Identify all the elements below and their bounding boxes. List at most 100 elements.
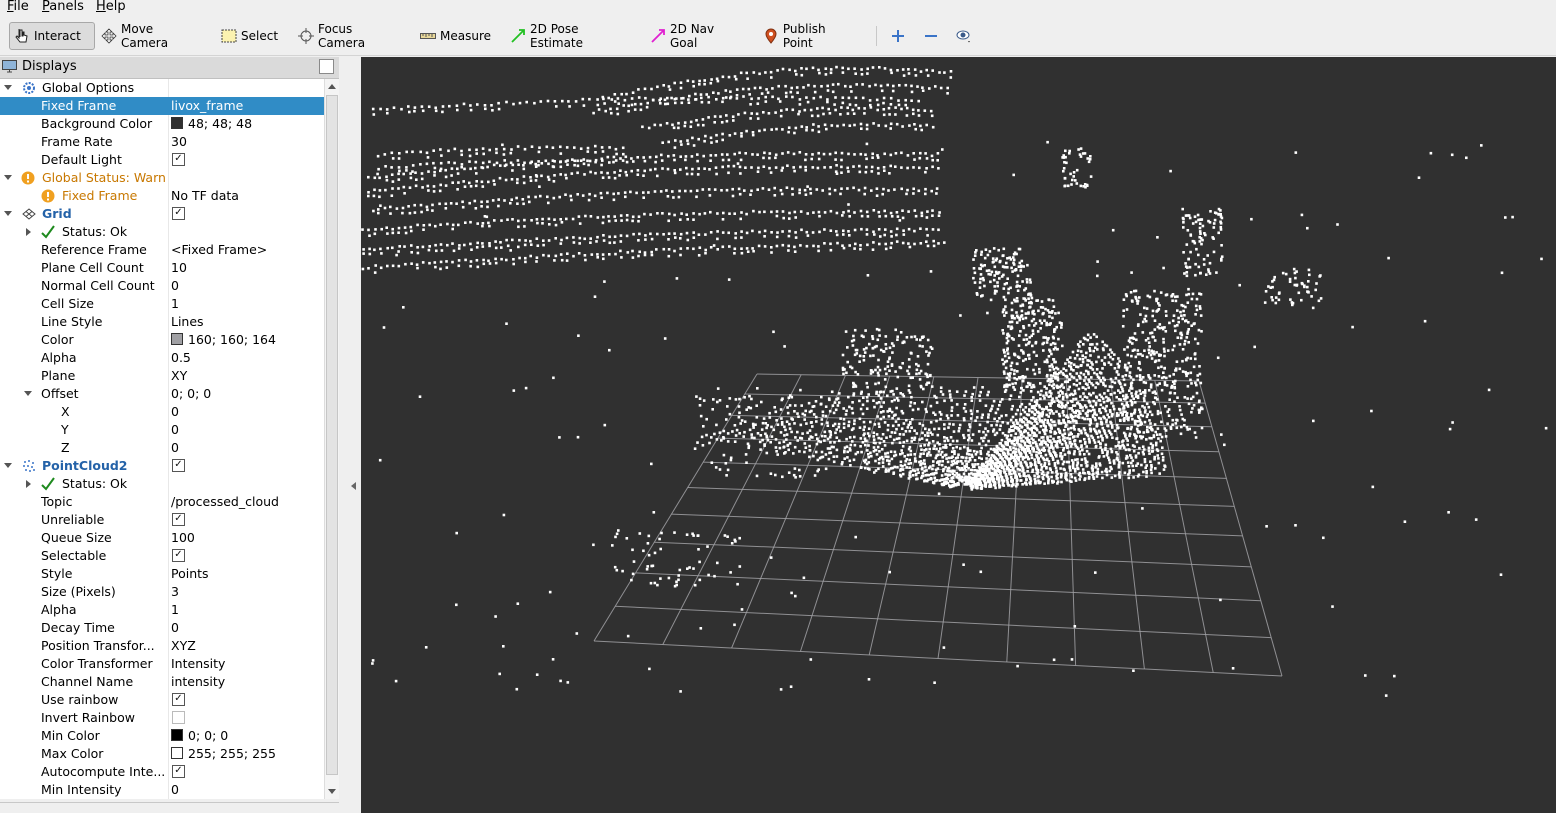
tree-row-status-fixed-frame[interactable]: Fixed Frame No TF data bbox=[0, 187, 324, 205]
tree-row-channel-name[interactable]: Channel Name intensity bbox=[0, 673, 324, 691]
tree-row-max-color[interactable]: Max Color 255; 255; 255 bbox=[0, 745, 324, 763]
tree-row-offset-x[interactable]: X 0 bbox=[0, 403, 324, 421]
scroll-up-arrow-icon[interactable] bbox=[328, 84, 336, 89]
tree-row-background-color[interactable]: Background Color 48; 48; 48 bbox=[0, 115, 324, 133]
scroll-thumb[interactable] bbox=[326, 95, 338, 775]
max-color-value[interactable]: 255; 255; 255 bbox=[171, 746, 276, 761]
tree-row-pointcloud-status[interactable]: Status: Ok bbox=[0, 475, 324, 493]
channel-name-value[interactable]: intensity bbox=[171, 674, 225, 689]
offset-y-value[interactable]: 0 bbox=[171, 422, 179, 437]
focus-camera-tool-button[interactable]: Focus Camera bbox=[294, 22, 404, 50]
remove-tool-button[interactable] bbox=[919, 22, 945, 50]
tree-row-min-intensity[interactable]: Min Intensity 0 bbox=[0, 781, 324, 799]
tree-row-plane[interactable]: Plane XY bbox=[0, 367, 324, 385]
tree-row-plane-cell-count[interactable]: Plane Cell Count 10 bbox=[0, 259, 324, 277]
expand-arrow-icon[interactable] bbox=[24, 391, 32, 396]
scene-canvas[interactable] bbox=[361, 57, 1556, 813]
line-style-value[interactable]: Lines bbox=[171, 314, 204, 329]
tree-row-selectable[interactable]: Selectable ✓ bbox=[0, 547, 324, 565]
tree-row-size-pixels[interactable]: Size (Pixels) 3 bbox=[0, 583, 324, 601]
position-transformer-value[interactable]: XYZ bbox=[171, 638, 196, 653]
unreliable-checkbox[interactable]: ✓ bbox=[172, 513, 185, 526]
grid-alpha-value[interactable]: 0.5 bbox=[171, 350, 191, 365]
menu-panels[interactable]: Panels bbox=[42, 0, 84, 14]
cell-size-value[interactable]: 1 bbox=[171, 296, 179, 311]
move-camera-tool-button[interactable]: Move Camera bbox=[97, 22, 203, 50]
tree-row-use-rainbow[interactable]: Use rainbow ✓ bbox=[0, 691, 324, 709]
decay-time-value[interactable]: 0 bbox=[171, 620, 179, 635]
tree-row-unreliable[interactable]: Unreliable ✓ bbox=[0, 511, 324, 529]
tree-row-normal-cell-count[interactable]: Normal Cell Count 0 bbox=[0, 277, 324, 295]
tree-row-pointcloud2[interactable]: PointCloud2 ✓ bbox=[0, 457, 324, 475]
reference-frame-value[interactable]: <Fixed Frame> bbox=[171, 242, 267, 257]
expand-arrow-icon[interactable] bbox=[4, 463, 12, 468]
select-tool-button[interactable]: Select bbox=[217, 22, 279, 50]
default-light-checkbox[interactable]: ✓ bbox=[172, 153, 185, 166]
interact-tool-button[interactable]: Interact bbox=[9, 22, 95, 50]
color-transformer-value[interactable]: Intensity bbox=[171, 656, 225, 671]
collapse-arrow-icon[interactable] bbox=[26, 480, 31, 488]
pointcloud-enabled-checkbox[interactable]: ✓ bbox=[172, 459, 185, 472]
tree-row-grid-color[interactable]: Color 160; 160; 164 bbox=[0, 331, 324, 349]
tree-row-offset-z[interactable]: Z 0 bbox=[0, 439, 324, 457]
pointcloud-alpha-value[interactable]: 1 bbox=[171, 602, 179, 617]
tree-row-pointcloud-alpha[interactable]: Alpha 1 bbox=[0, 601, 324, 619]
add-tool-button[interactable] bbox=[886, 22, 910, 50]
grid-enabled-checkbox[interactable]: ✓ bbox=[172, 207, 185, 220]
plane-cell-count-value[interactable]: 10 bbox=[171, 260, 187, 275]
nav-goal-tool-button[interactable]: 2D Nav Goal bbox=[646, 22, 744, 50]
fixed-frame-value[interactable]: livox_frame bbox=[171, 98, 243, 113]
size-pixels-value[interactable]: 3 bbox=[171, 584, 179, 599]
queue-size-value[interactable]: 100 bbox=[171, 530, 195, 545]
panel-splitter[interactable] bbox=[339, 57, 361, 813]
invert-rainbow-checkbox[interactable] bbox=[172, 711, 185, 724]
panel-float-button[interactable] bbox=[319, 59, 334, 74]
tree-row-fixed-frame[interactable]: Fixed Frame livox_frame bbox=[0, 97, 324, 115]
tree-row-offset-y[interactable]: Y 0 bbox=[0, 421, 324, 439]
min-intensity-value[interactable]: 0 bbox=[171, 782, 179, 797]
view-options-button[interactable] bbox=[952, 22, 980, 50]
render-viewport[interactable] bbox=[361, 57, 1556, 813]
offset-x-value[interactable]: 0 bbox=[171, 404, 179, 419]
expand-arrow-icon[interactable] bbox=[4, 175, 12, 180]
tree-row-style[interactable]: Style Points bbox=[0, 565, 324, 583]
normal-cell-count-value[interactable]: 0 bbox=[171, 278, 179, 293]
use-rainbow-checkbox[interactable]: ✓ bbox=[172, 693, 185, 706]
tree-row-cell-size[interactable]: Cell Size 1 bbox=[0, 295, 324, 313]
tree-row-global-status[interactable]: Global Status: Warn bbox=[0, 169, 324, 187]
collapse-left-arrow-icon[interactable] bbox=[351, 482, 356, 490]
menu-help[interactable]: Help bbox=[96, 0, 126, 14]
pose-estimate-tool-button[interactable]: 2D Pose Estimate bbox=[506, 22, 632, 50]
autocompute-intensity-checkbox[interactable]: ✓ bbox=[172, 765, 185, 778]
tree-row-decay-time[interactable]: Decay Time 0 bbox=[0, 619, 324, 637]
tree-row-position-transformer[interactable]: Position Transfor... XYZ bbox=[0, 637, 324, 655]
tree-row-grid-status[interactable]: Status: Ok bbox=[0, 223, 324, 241]
publish-point-tool-button[interactable]: Publish Point bbox=[760, 22, 858, 50]
tree-row-line-style[interactable]: Line Style Lines bbox=[0, 313, 324, 331]
tree-row-reference-frame[interactable]: Reference Frame <Fixed Frame> bbox=[0, 241, 324, 259]
tree-row-grid[interactable]: Grid ✓ bbox=[0, 205, 324, 223]
displays-scrollbar[interactable] bbox=[324, 79, 340, 799]
tree-row-offset[interactable]: Offset 0; 0; 0 bbox=[0, 385, 324, 403]
tree-row-invert-rainbow[interactable]: Invert Rainbow bbox=[0, 709, 324, 727]
background-color-value[interactable]: 48; 48; 48 bbox=[171, 116, 252, 131]
menu-file[interactable]: File bbox=[7, 0, 29, 14]
frame-rate-value[interactable]: 30 bbox=[171, 134, 187, 149]
plane-value[interactable]: XY bbox=[171, 368, 187, 383]
tree-row-min-color[interactable]: Min Color 0; 0; 0 bbox=[0, 727, 324, 745]
collapse-arrow-icon[interactable] bbox=[26, 228, 31, 236]
scroll-down-arrow-icon[interactable] bbox=[328, 789, 336, 794]
expand-arrow-icon[interactable] bbox=[4, 211, 12, 216]
tree-row-frame-rate[interactable]: Frame Rate 30 bbox=[0, 133, 324, 151]
tree-row-queue-size[interactable]: Queue Size 100 bbox=[0, 529, 324, 547]
tree-row-default-light[interactable]: Default Light ✓ bbox=[0, 151, 324, 169]
selectable-checkbox[interactable]: ✓ bbox=[172, 549, 185, 562]
tree-row-grid-alpha[interactable]: Alpha 0.5 bbox=[0, 349, 324, 367]
min-color-value[interactable]: 0; 0; 0 bbox=[171, 728, 228, 743]
grid-color-value[interactable]: 160; 160; 164 bbox=[171, 332, 276, 347]
offset-z-value[interactable]: 0 bbox=[171, 440, 179, 455]
offset-value[interactable]: 0; 0; 0 bbox=[171, 386, 211, 401]
style-value[interactable]: Points bbox=[171, 566, 209, 581]
tree-row-topic[interactable]: Topic /processed_cloud bbox=[0, 493, 324, 511]
tree-row-global-options[interactable]: Global Options bbox=[0, 79, 324, 97]
